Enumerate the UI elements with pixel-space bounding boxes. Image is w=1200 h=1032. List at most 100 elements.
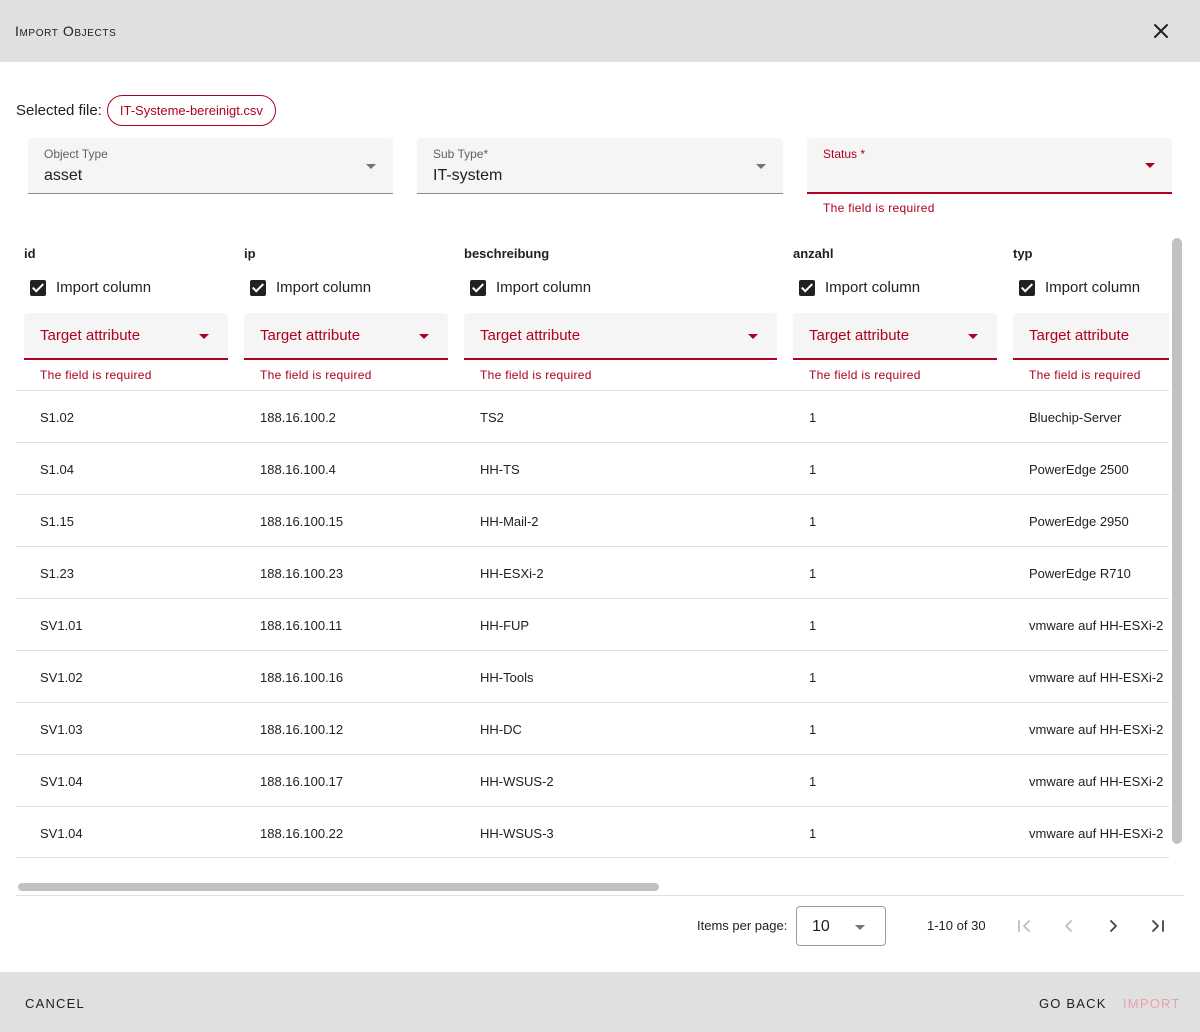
import-column-label: Import column bbox=[1045, 279, 1141, 296]
import-button[interactable]: IMPORT bbox=[1123, 996, 1181, 1011]
target-attribute-error: The field is required bbox=[809, 368, 921, 382]
table-cell: 1 bbox=[809, 514, 817, 529]
table-cell: SV1.04 bbox=[40, 774, 83, 789]
table-cell: SV1.01 bbox=[40, 618, 83, 633]
chevron-down-icon bbox=[855, 925, 865, 930]
column-header: anzahl bbox=[793, 246, 834, 261]
status-select[interactable]: Status * bbox=[807, 138, 1172, 194]
column-header: ip bbox=[244, 246, 256, 261]
table-cell: HH-DC bbox=[480, 722, 522, 737]
table-cell: 188.16.100.23 bbox=[260, 566, 344, 581]
target-attribute-error: The field is required bbox=[40, 368, 152, 382]
items-per-page-select[interactable]: 10 bbox=[796, 906, 886, 946]
table-cell: PowerEdge 2950 bbox=[1029, 514, 1129, 529]
chevron-down-icon bbox=[748, 334, 758, 339]
previous-page-icon[interactable] bbox=[1057, 914, 1081, 938]
table-cell: SV1.03 bbox=[40, 722, 83, 737]
selected-file-chip[interactable]: IT-Systeme-bereinigt.csv bbox=[106, 95, 276, 126]
table-row: S1.04 188.16.100.4 HH-TS 1 PowerEdge 2500 bbox=[16, 442, 1169, 494]
next-page-icon[interactable] bbox=[1101, 914, 1125, 938]
table-cell: 188.16.100.11 bbox=[260, 618, 343, 633]
table-cell: PowerEdge 2500 bbox=[1029, 462, 1129, 477]
import-column-label: Import column bbox=[496, 279, 592, 296]
checkbox-checked-icon[interactable] bbox=[30, 279, 46, 296]
column-header: beschreibung bbox=[464, 246, 550, 261]
chevron-down-icon bbox=[968, 334, 978, 339]
last-page-icon[interactable] bbox=[1146, 914, 1170, 938]
paginator: Items per page: 10 1-10 of 30 bbox=[0, 906, 1200, 946]
sub-type-label: Sub Type* bbox=[433, 147, 489, 161]
table-cell: vmware auf HH-ESXi-2 bbox=[1029, 722, 1164, 737]
checkbox-checked-icon[interactable] bbox=[1019, 279, 1035, 296]
sub-type-value: IT-system bbox=[433, 167, 503, 184]
checkbox-checked-icon[interactable] bbox=[470, 279, 486, 296]
page-range: 1-10 of 30 bbox=[927, 918, 986, 933]
table-cell: SV1.02 bbox=[40, 670, 83, 685]
target-attribute-error: The field is required bbox=[1029, 368, 1141, 382]
table-cell: vmware auf HH-ESXi-2 bbox=[1029, 670, 1164, 685]
table-row: SV1.04 188.16.100.22 HH-WSUS-3 1 vmware auf … bbox=[16, 806, 1169, 858]
dialog-title: Import Objects bbox=[15, 23, 117, 39]
table-cell: HH-ESXi-2 bbox=[480, 566, 544, 581]
close-icon[interactable] bbox=[1149, 19, 1173, 43]
target-attribute-select[interactable]: Target attribute bbox=[244, 313, 448, 360]
table-cell: 1 bbox=[809, 618, 817, 633]
table-cell: 188.16.100.2 bbox=[260, 410, 336, 425]
target-attribute-select[interactable]: Target attribute bbox=[1013, 313, 1169, 360]
cancel-button[interactable]: CANCEL bbox=[25, 996, 85, 1011]
table-cell: 1 bbox=[809, 462, 817, 477]
table-cell: 188.16.100.15 bbox=[260, 514, 344, 529]
table-row: SV1.02 188.16.100.16 HH-Tools 1 vmware auf H… bbox=[16, 650, 1169, 702]
import-column-checkbox[interactable]: Import column bbox=[1018, 279, 1140, 296]
target-attribute-label: Target attribute bbox=[480, 327, 581, 344]
go-back-button[interactable]: GO BACK bbox=[1039, 996, 1107, 1011]
table-row: SV1.01 188.16.100.11 HH-FUP 1 vmware auf HH-… bbox=[16, 598, 1169, 650]
table-cell: S1.04 bbox=[40, 462, 74, 477]
object-type-select[interactable]: Object Type asset bbox=[28, 138, 393, 194]
target-attribute-select[interactable]: Target attribute bbox=[24, 313, 228, 360]
chevron-down-icon bbox=[366, 164, 376, 169]
sub-type-select[interactable]: Sub Type* IT-system bbox=[417, 138, 783, 194]
mapping-table-content: id ip beschreibung anzahl typ Import col… bbox=[16, 238, 1169, 880]
table-cell: Bluechip-Server bbox=[1029, 410, 1122, 425]
table-row: SV1.04 188.16.100.17 HH-WSUS-2 1 vmware auf … bbox=[16, 754, 1169, 806]
column-header: id bbox=[24, 246, 36, 261]
import-column-checkbox[interactable]: Import column bbox=[29, 279, 151, 296]
table-cell: S1.23 bbox=[40, 566, 74, 581]
table-cell: HH-WSUS-2 bbox=[480, 774, 554, 789]
table-row: S1.02 188.16.100.2 TS2 1 Bluechip-Server bbox=[16, 390, 1169, 442]
table-cell: S1.15 bbox=[40, 514, 74, 529]
target-attribute-select[interactable]: Target attribute bbox=[464, 313, 777, 360]
table-row: S1.23 188.16.100.23 HH-ESXi-2 1 PowerEdge R7… bbox=[16, 546, 1169, 598]
status-error: The field is required bbox=[823, 201, 935, 215]
chevron-down-icon bbox=[756, 164, 766, 169]
table-cell: SV1.04 bbox=[40, 826, 83, 841]
table-cell: 188.16.100.12 bbox=[260, 722, 344, 737]
horizontal-scrollbar[interactable] bbox=[18, 883, 659, 891]
vertical-scrollbar[interactable] bbox=[1172, 238, 1182, 844]
table-cell: 188.16.100.16 bbox=[260, 670, 344, 685]
table-cell: 1 bbox=[809, 410, 817, 425]
status-label: Status * bbox=[823, 147, 866, 161]
chevron-down-icon bbox=[419, 334, 429, 339]
import-column-checkbox[interactable]: Import column bbox=[469, 279, 591, 296]
chevron-down-icon bbox=[1145, 163, 1155, 168]
table-cell: 1 bbox=[809, 670, 817, 685]
checkbox-checked-icon[interactable] bbox=[250, 279, 266, 296]
table-cell: 1 bbox=[809, 826, 817, 841]
target-attribute-label: Target attribute bbox=[40, 327, 141, 344]
target-attribute-error: The field is required bbox=[480, 368, 592, 382]
items-per-page-label: Items per page: bbox=[697, 918, 788, 933]
import-column-checkbox[interactable]: Import column bbox=[798, 279, 920, 296]
target-attribute-select[interactable]: Target attribute bbox=[793, 313, 997, 360]
dialog-header: Import Objects bbox=[0, 0, 1200, 62]
import-column-checkbox[interactable]: Import column bbox=[249, 279, 371, 296]
checkbox-checked-icon[interactable] bbox=[799, 279, 815, 296]
table-cell: 1 bbox=[809, 566, 817, 581]
table-cell: HH-WSUS-3 bbox=[480, 826, 554, 841]
target-attribute-error: The field is required bbox=[260, 368, 372, 382]
table-cell: vmware auf HH-ESXi-2 bbox=[1029, 618, 1164, 633]
selected-file-label: Selected file: bbox=[16, 102, 102, 119]
first-page-icon[interactable] bbox=[1012, 914, 1036, 938]
table-cell: S1.02 bbox=[40, 410, 74, 425]
